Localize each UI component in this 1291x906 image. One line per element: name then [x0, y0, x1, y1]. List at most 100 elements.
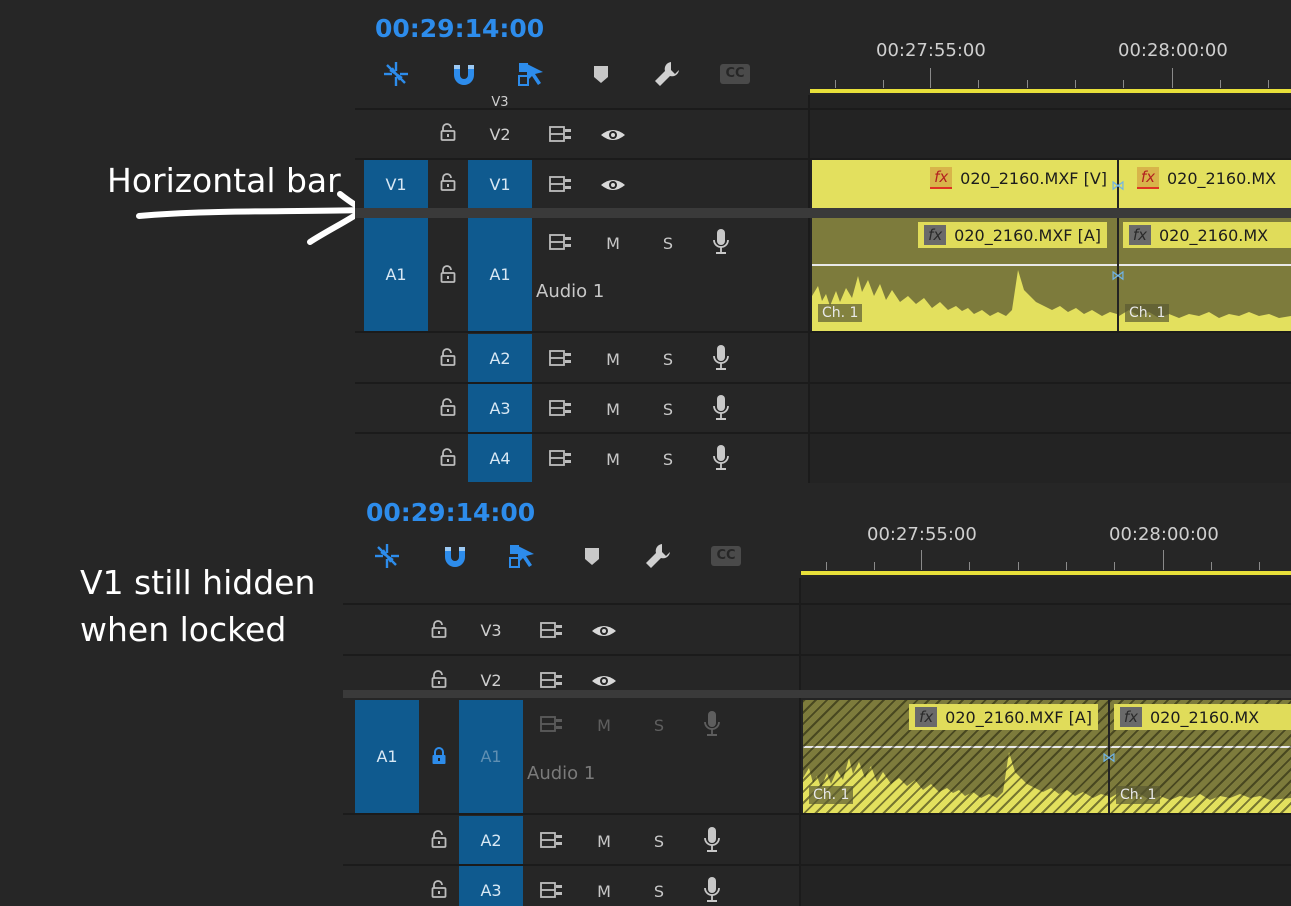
source-patch-v1[interactable]: V1: [364, 160, 428, 208]
work-area-bar[interactable]: [810, 89, 1291, 93]
microphone-icon[interactable]: [702, 710, 722, 738]
source-patch-a1[interactable]: A1: [355, 700, 419, 813]
video-audio-divider-bar[interactable]: [343, 690, 1291, 698]
mute-button[interactable]: M: [600, 348, 626, 370]
film-strip-icon[interactable]: [548, 398, 574, 418]
clip-label: fx 020_2160.MXF [A]: [918, 222, 1107, 248]
track-name-v3[interactable]: V3: [459, 606, 523, 654]
fx-badge-icon: fx: [1137, 167, 1159, 189]
track-target-a1[interactable]: A1: [459, 700, 523, 813]
add-marker-icon[interactable]: [577, 541, 607, 571]
solo-button[interactable]: S: [646, 714, 672, 736]
film-strip-icon[interactable]: [548, 348, 574, 368]
track-target-a3[interactable]: A3: [468, 384, 532, 432]
lock-icon[interactable]: [429, 879, 449, 899]
lock-icon[interactable]: [438, 397, 458, 417]
track-label-audio-1: Audio 1: [536, 281, 605, 302]
track-target-a2[interactable]: A2: [459, 816, 523, 864]
clip-label: fx 020_2160.MX: [1123, 222, 1291, 248]
lock-icon[interactable]: [429, 746, 449, 766]
annotation-when-locked: when locked: [80, 610, 287, 649]
captions-cc-icon[interactable]: CC: [720, 64, 750, 84]
captions-cc-icon[interactable]: CC: [711, 546, 741, 566]
film-strip-icon[interactable]: [539, 880, 565, 900]
video-clip[interactable]: fx 020_2160.MX: [1119, 160, 1291, 208]
film-strip-icon[interactable]: [539, 714, 565, 734]
track-target-a1[interactable]: A1: [468, 218, 532, 331]
mute-button[interactable]: M: [600, 448, 626, 470]
microphone-icon[interactable]: [711, 394, 731, 422]
track-name-v3: V3: [491, 95, 509, 107]
film-strip-icon[interactable]: [548, 174, 574, 194]
source-patch-a1[interactable]: A1: [364, 218, 428, 331]
track-label-audio-1: Audio 1: [527, 763, 596, 784]
track-target-a4[interactable]: A4: [468, 434, 532, 482]
work-area-bar[interactable]: [801, 571, 1291, 575]
lock-icon[interactable]: [438, 447, 458, 467]
mute-button[interactable]: M: [591, 830, 617, 852]
lock-icon[interactable]: [429, 829, 449, 849]
wrench-settings-icon[interactable]: [643, 541, 673, 571]
linked-selection-icon[interactable]: [516, 59, 546, 89]
eye-icon[interactable]: [600, 126, 626, 144]
eye-icon[interactable]: [591, 672, 617, 690]
film-strip-icon[interactable]: [539, 670, 565, 690]
audio-clip[interactable]: fx 020_2160.MXF [A] Ch. 1: [812, 218, 1117, 331]
mute-button[interactable]: M: [600, 232, 626, 254]
lock-icon[interactable]: [438, 264, 458, 284]
lock-icon[interactable]: [429, 619, 449, 639]
solo-button[interactable]: S: [655, 348, 681, 370]
edit-point-icon[interactable]: ⋈: [1100, 750, 1118, 766]
film-strip-icon[interactable]: [539, 620, 565, 640]
time-ruler[interactable]: 00:27:55:00 00:28:00:00: [810, 0, 1291, 95]
solo-button[interactable]: S: [655, 448, 681, 470]
microphone-icon[interactable]: [702, 876, 722, 904]
solo-button[interactable]: S: [655, 232, 681, 254]
microphone-icon[interactable]: [711, 344, 731, 372]
nest-sequence-icon[interactable]: [381, 59, 411, 89]
track-target-a3[interactable]: A3: [459, 866, 523, 906]
eye-icon[interactable]: [600, 176, 626, 194]
solo-button[interactable]: S: [646, 880, 672, 902]
track-target-v1[interactable]: V1: [468, 160, 532, 208]
video-clip[interactable]: fx 020_2160.MXF [V]: [812, 160, 1117, 208]
audio-clip-locked[interactable]: fx 020_2160.MX Ch. 1: [1110, 700, 1291, 813]
lock-icon[interactable]: [438, 122, 458, 142]
wrench-settings-icon[interactable]: [652, 59, 682, 89]
solo-button[interactable]: S: [646, 830, 672, 852]
channel-label: Ch. 1: [818, 304, 863, 322]
microphone-icon[interactable]: [711, 228, 731, 256]
video-audio-divider-bar[interactable]: [355, 208, 1291, 218]
film-strip-icon[interactable]: [548, 124, 574, 144]
edit-point-icon[interactable]: ⋈: [1109, 268, 1127, 284]
time-ruler[interactable]: 00:27:55:00 00:28:00:00: [801, 484, 1291, 578]
playhead-timecode[interactable]: 00:29:14:00: [366, 498, 535, 527]
film-strip-icon[interactable]: [548, 232, 574, 252]
lock-icon[interactable]: [438, 347, 458, 367]
film-strip-icon[interactable]: [539, 830, 565, 850]
film-strip-icon[interactable]: [548, 448, 574, 468]
lock-icon[interactable]: [429, 669, 449, 689]
add-marker-icon[interactable]: [586, 59, 616, 89]
channel-label: Ch. 1: [1116, 786, 1161, 804]
lock-icon[interactable]: [438, 172, 458, 192]
edit-point-icon[interactable]: ⋈: [1109, 178, 1127, 194]
microphone-icon[interactable]: [711, 444, 731, 472]
eye-icon[interactable]: [591, 622, 617, 640]
mute-button[interactable]: M: [591, 714, 617, 736]
snap-magnet-icon[interactable]: [440, 541, 470, 571]
solo-button[interactable]: S: [655, 398, 681, 420]
track-target-a2[interactable]: A2: [468, 334, 532, 382]
mute-button[interactable]: M: [600, 398, 626, 420]
audio-clip-locked[interactable]: fx 020_2160.MXF [A] Ch. 1: [803, 700, 1108, 813]
playhead-timecode[interactable]: 00:29:14:00: [375, 14, 544, 43]
track-area-divider: [808, 95, 810, 483]
microphone-icon[interactable]: [702, 826, 722, 854]
snap-magnet-icon[interactable]: [449, 59, 479, 89]
fx-badge-icon: fx: [930, 167, 953, 189]
track-name-v2[interactable]: V2: [468, 110, 532, 158]
mute-button[interactable]: M: [591, 880, 617, 902]
nest-sequence-icon[interactable]: [372, 541, 402, 571]
linked-selection-icon[interactable]: [507, 541, 537, 571]
audio-clip[interactable]: fx 020_2160.MX Ch. 1: [1119, 218, 1291, 331]
